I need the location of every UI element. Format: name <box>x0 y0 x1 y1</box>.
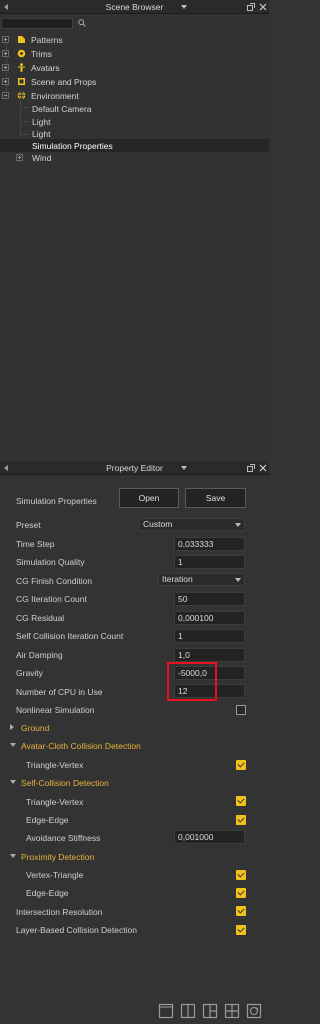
ac-triangle-vertex-checkbox[interactable] <box>236 760 246 770</box>
gravity-label: Gravity <box>16 668 43 678</box>
scene-browser-titlebar[interactable]: Scene Browser <box>0 0 269 14</box>
preset-dropdown[interactable]: Custom <box>139 518 245 531</box>
tree-item-label: Light <box>32 117 51 127</box>
scene-browser-title: Scene Browser <box>105 2 164 12</box>
group-ground[interactable]: Ground <box>21 723 49 733</box>
self-collision-iteration-field[interactable]: 1 <box>174 629 245 643</box>
nonlinear-simulation-label: Nonlinear Simulation <box>16 705 95 715</box>
pd-vertex-triangle-checkbox[interactable] <box>236 870 246 880</box>
tree-item-label: Trims <box>31 49 52 59</box>
avatar-icon <box>18 63 25 72</box>
cg-residual-field[interactable]: 0,000100 <box>174 611 245 625</box>
tree-item-label: Default Camera <box>32 104 92 114</box>
globe-icon <box>17 91 26 100</box>
group-proximity-detection[interactable]: Proximity Detection <box>21 852 94 862</box>
group-self-collision[interactable]: Self-Collision Detection <box>21 778 109 788</box>
property-editor-title: Property Editor <box>106 463 163 473</box>
view-layout-bar <box>0 999 269 1024</box>
expand-icon[interactable] <box>2 50 9 57</box>
panel-menu-icon[interactable] <box>181 466 187 470</box>
cg-iteration-count-field[interactable]: 50 <box>174 592 245 606</box>
time-step-label: Time Step <box>16 539 55 549</box>
expand-arrow-icon[interactable] <box>10 724 14 730</box>
tree-item-scene-and-props[interactable]: Scene and Props <box>0 75 269 88</box>
tree-item-trims[interactable]: Trims <box>0 47 269 60</box>
panel-menu-icon[interactable] <box>181 5 187 9</box>
trims-icon <box>17 49 26 58</box>
scene-props-icon <box>18 78 25 85</box>
group-avatar-cloth-collision[interactable]: Avatar-Cloth Collision Detection <box>21 741 141 751</box>
float-window-icon[interactable] <box>247 464 255 472</box>
chevron-down-icon <box>235 578 241 582</box>
simulation-quality-label: Simulation Quality <box>16 557 85 567</box>
air-damping-field[interactable]: 1,0 <box>174 648 245 662</box>
sc-triangle-vertex-checkbox[interactable] <box>236 796 246 806</box>
tree-item-patterns[interactable]: Patterns <box>0 33 269 46</box>
scene-browser-panel: Scene Browser Patterns Trims Avatars Sce… <box>0 0 269 455</box>
ac-triangle-vertex-label: Triangle-Vertex <box>26 760 84 770</box>
sc-triangle-vertex-label: Triangle-Vertex <box>26 797 84 807</box>
tree-item-label: Environment <box>31 91 79 101</box>
number-of-cpu-label: Number of CPU in Use <box>16 687 103 697</box>
tree-item-default-camera[interactable]: Default Camera <box>0 102 269 115</box>
open-button[interactable]: Open <box>119 488 179 508</box>
intersection-resolution-checkbox[interactable] <box>236 906 246 916</box>
property-editor-titlebar[interactable]: Property Editor <box>0 461 269 475</box>
sync-view-icon[interactable] <box>246 1003 262 1019</box>
quad-view-icon[interactable] <box>224 1003 240 1019</box>
air-damping-label: Air Damping <box>16 650 63 660</box>
layer-based-collision-label: Layer-Based Collision Detection <box>16 925 137 935</box>
collapse-icon[interactable] <box>2 92 9 99</box>
cg-finish-condition-label: CG Finish Condition <box>16 576 93 586</box>
cg-residual-label: CG Residual <box>16 613 65 623</box>
sc-edge-edge-label: Edge-Edge <box>26 815 69 825</box>
save-button[interactable]: Save <box>185 488 246 508</box>
tree-item-label: Light <box>32 129 51 139</box>
intersection-resolution-label: Intersection Resolution <box>16 907 103 917</box>
tree-item-avatars[interactable]: Avatars <box>0 61 269 74</box>
chevron-down-icon <box>235 523 241 527</box>
expand-icon[interactable] <box>16 154 23 161</box>
patterns-icon <box>18 36 25 43</box>
tree-item-label: Simulation Properties <box>32 141 113 151</box>
tree-item-label: Patterns <box>31 35 63 45</box>
tree-item-label: Scene and Props <box>31 77 97 87</box>
nonlinear-simulation-checkbox[interactable] <box>236 705 246 715</box>
expand-icon[interactable] <box>2 64 9 71</box>
self-collision-iteration-label: Self Collision Iteration Count <box>16 631 124 641</box>
tree-item-label: Avatars <box>31 63 60 73</box>
scene-search-input[interactable] <box>1 18 86 29</box>
close-panel-icon[interactable] <box>259 464 267 472</box>
expand-icon[interactable] <box>2 78 9 85</box>
single-view-icon[interactable] <box>158 1003 174 1019</box>
avoidance-stiffness-label: Avoidance Stiffness <box>26 833 101 843</box>
simulation-quality-field[interactable]: 1 <box>174 555 245 569</box>
collapse-arrow-icon[interactable] <box>10 780 16 784</box>
time-step-field[interactable]: 0,033333 <box>174 537 245 551</box>
avoidance-stiffness-field[interactable]: 0,001000 <box>174 830 245 844</box>
sc-edge-edge-checkbox[interactable] <box>236 815 246 825</box>
collapse-arrow-icon[interactable] <box>10 743 16 747</box>
expand-icon[interactable] <box>2 36 9 43</box>
tree-item-environment[interactable]: Environment <box>0 89 269 102</box>
cg-finish-condition-value: Iteration <box>162 574 193 584</box>
preset-label: Preset <box>16 520 41 530</box>
pd-edge-edge-label: Edge-Edge <box>26 888 69 898</box>
property-header-label: Simulation Properties <box>16 496 97 506</box>
close-panel-icon[interactable] <box>259 3 267 11</box>
search-icon <box>78 19 86 27</box>
pd-vertex-triangle-label: Vertex-Triangle <box>26 870 84 880</box>
cg-finish-condition-dropdown[interactable]: Iteration <box>158 573 245 586</box>
float-window-icon[interactable] <box>247 3 255 11</box>
layer-based-collision-checkbox[interactable] <box>236 925 246 935</box>
pd-edge-edge-checkbox[interactable] <box>236 888 246 898</box>
cg-iteration-count-label: CG Iteration Count <box>16 594 87 604</box>
three-view-icon[interactable] <box>202 1003 218 1019</box>
tree-item-wind[interactable]: Wind <box>0 151 269 164</box>
tree-item-label: Wind <box>32 153 52 163</box>
preset-value: Custom <box>143 519 173 529</box>
highlight-annotation <box>167 662 217 701</box>
collapse-arrow-icon[interactable] <box>10 854 16 858</box>
split-vertical-view-icon[interactable] <box>180 1003 196 1019</box>
